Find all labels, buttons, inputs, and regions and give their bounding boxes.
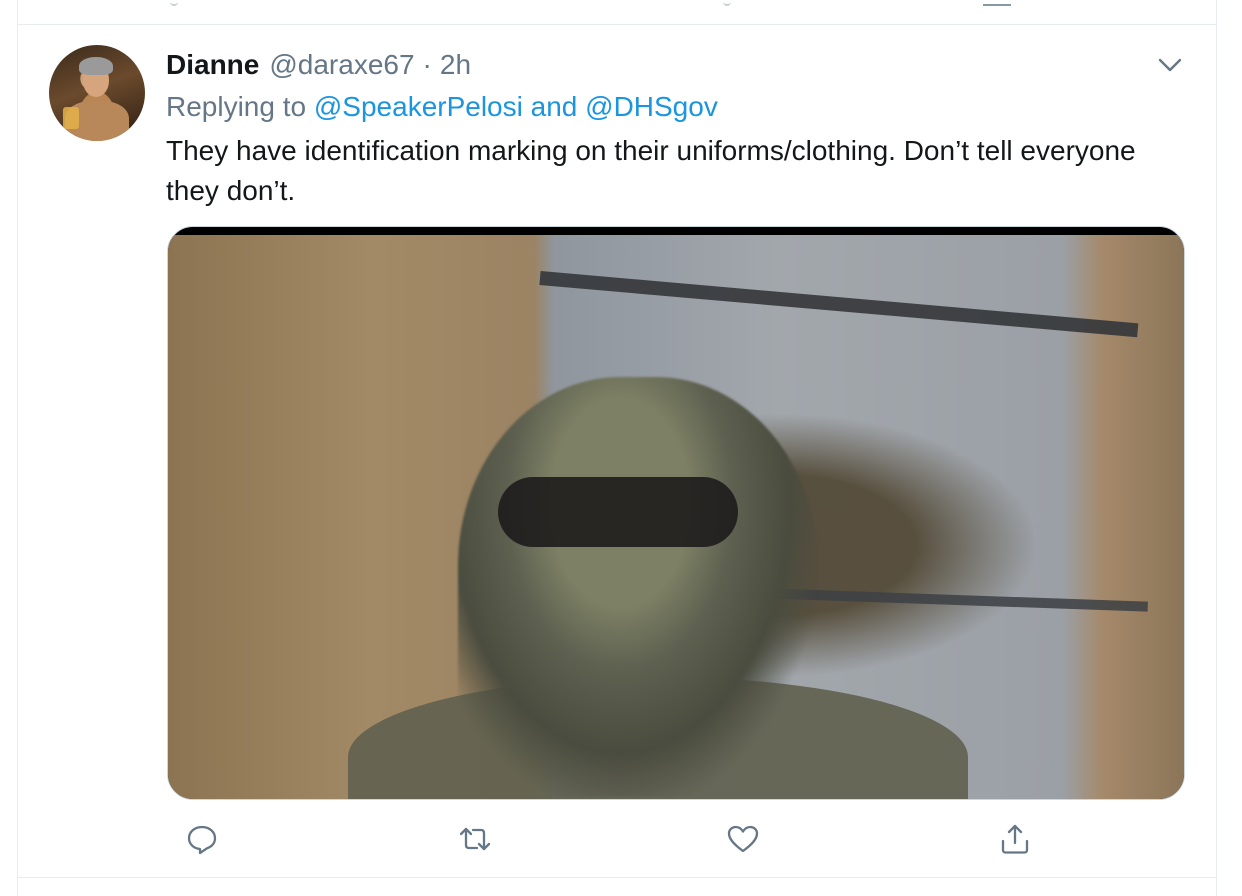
replying-and[interactable]: and bbox=[531, 91, 578, 122]
replying-to: Replying to @SpeakerPelosi and @DHSgov bbox=[166, 91, 718, 123]
tweet-media-video[interactable] bbox=[167, 226, 1185, 800]
previous-like-icon[interactable] bbox=[723, 0, 731, 6]
chevron-down-icon[interactable] bbox=[1156, 55, 1184, 75]
user-handle[interactable]: @daraxe67 bbox=[269, 49, 414, 81]
tweet-text: They have identification marking on thei… bbox=[166, 135, 1136, 206]
tweet-header: Dianne @daraxe67 · 2h bbox=[166, 49, 471, 81]
tweet-actions bbox=[166, 819, 1186, 859]
avatar[interactable] bbox=[49, 45, 145, 141]
previous-tweet-actions bbox=[18, 0, 1216, 25]
separator-dot: · bbox=[422, 49, 432, 80]
video-detail bbox=[498, 477, 738, 547]
tweet[interactable]: Dianne @daraxe67 · 2h Replying to @Speak… bbox=[18, 25, 1216, 877]
previous-reply-icon[interactable] bbox=[170, 0, 178, 6]
mention-speakerpelosi[interactable]: @SpeakerPelosi bbox=[314, 91, 523, 122]
heart-icon[interactable] bbox=[723, 819, 763, 859]
previous-share-icon[interactable] bbox=[983, 0, 1011, 6]
avatar-figure-glass bbox=[63, 107, 79, 129]
share-icon[interactable] bbox=[995, 819, 1035, 859]
video-detail bbox=[458, 377, 818, 797]
reply-icon[interactable] bbox=[182, 819, 222, 859]
timeline: Dianne @daraxe67 · 2h Replying to @Speak… bbox=[17, 0, 1217, 896]
retweet-icon[interactable] bbox=[455, 819, 495, 859]
timestamp[interactable]: 2h bbox=[440, 49, 471, 81]
mention-dhsgov[interactable]: @DHSgov bbox=[585, 91, 718, 122]
replying-to-prefix: Replying to bbox=[166, 91, 307, 122]
display-name[interactable]: Dianne bbox=[166, 49, 259, 81]
divider bbox=[18, 877, 1216, 878]
avatar-figure-hair bbox=[79, 57, 113, 75]
